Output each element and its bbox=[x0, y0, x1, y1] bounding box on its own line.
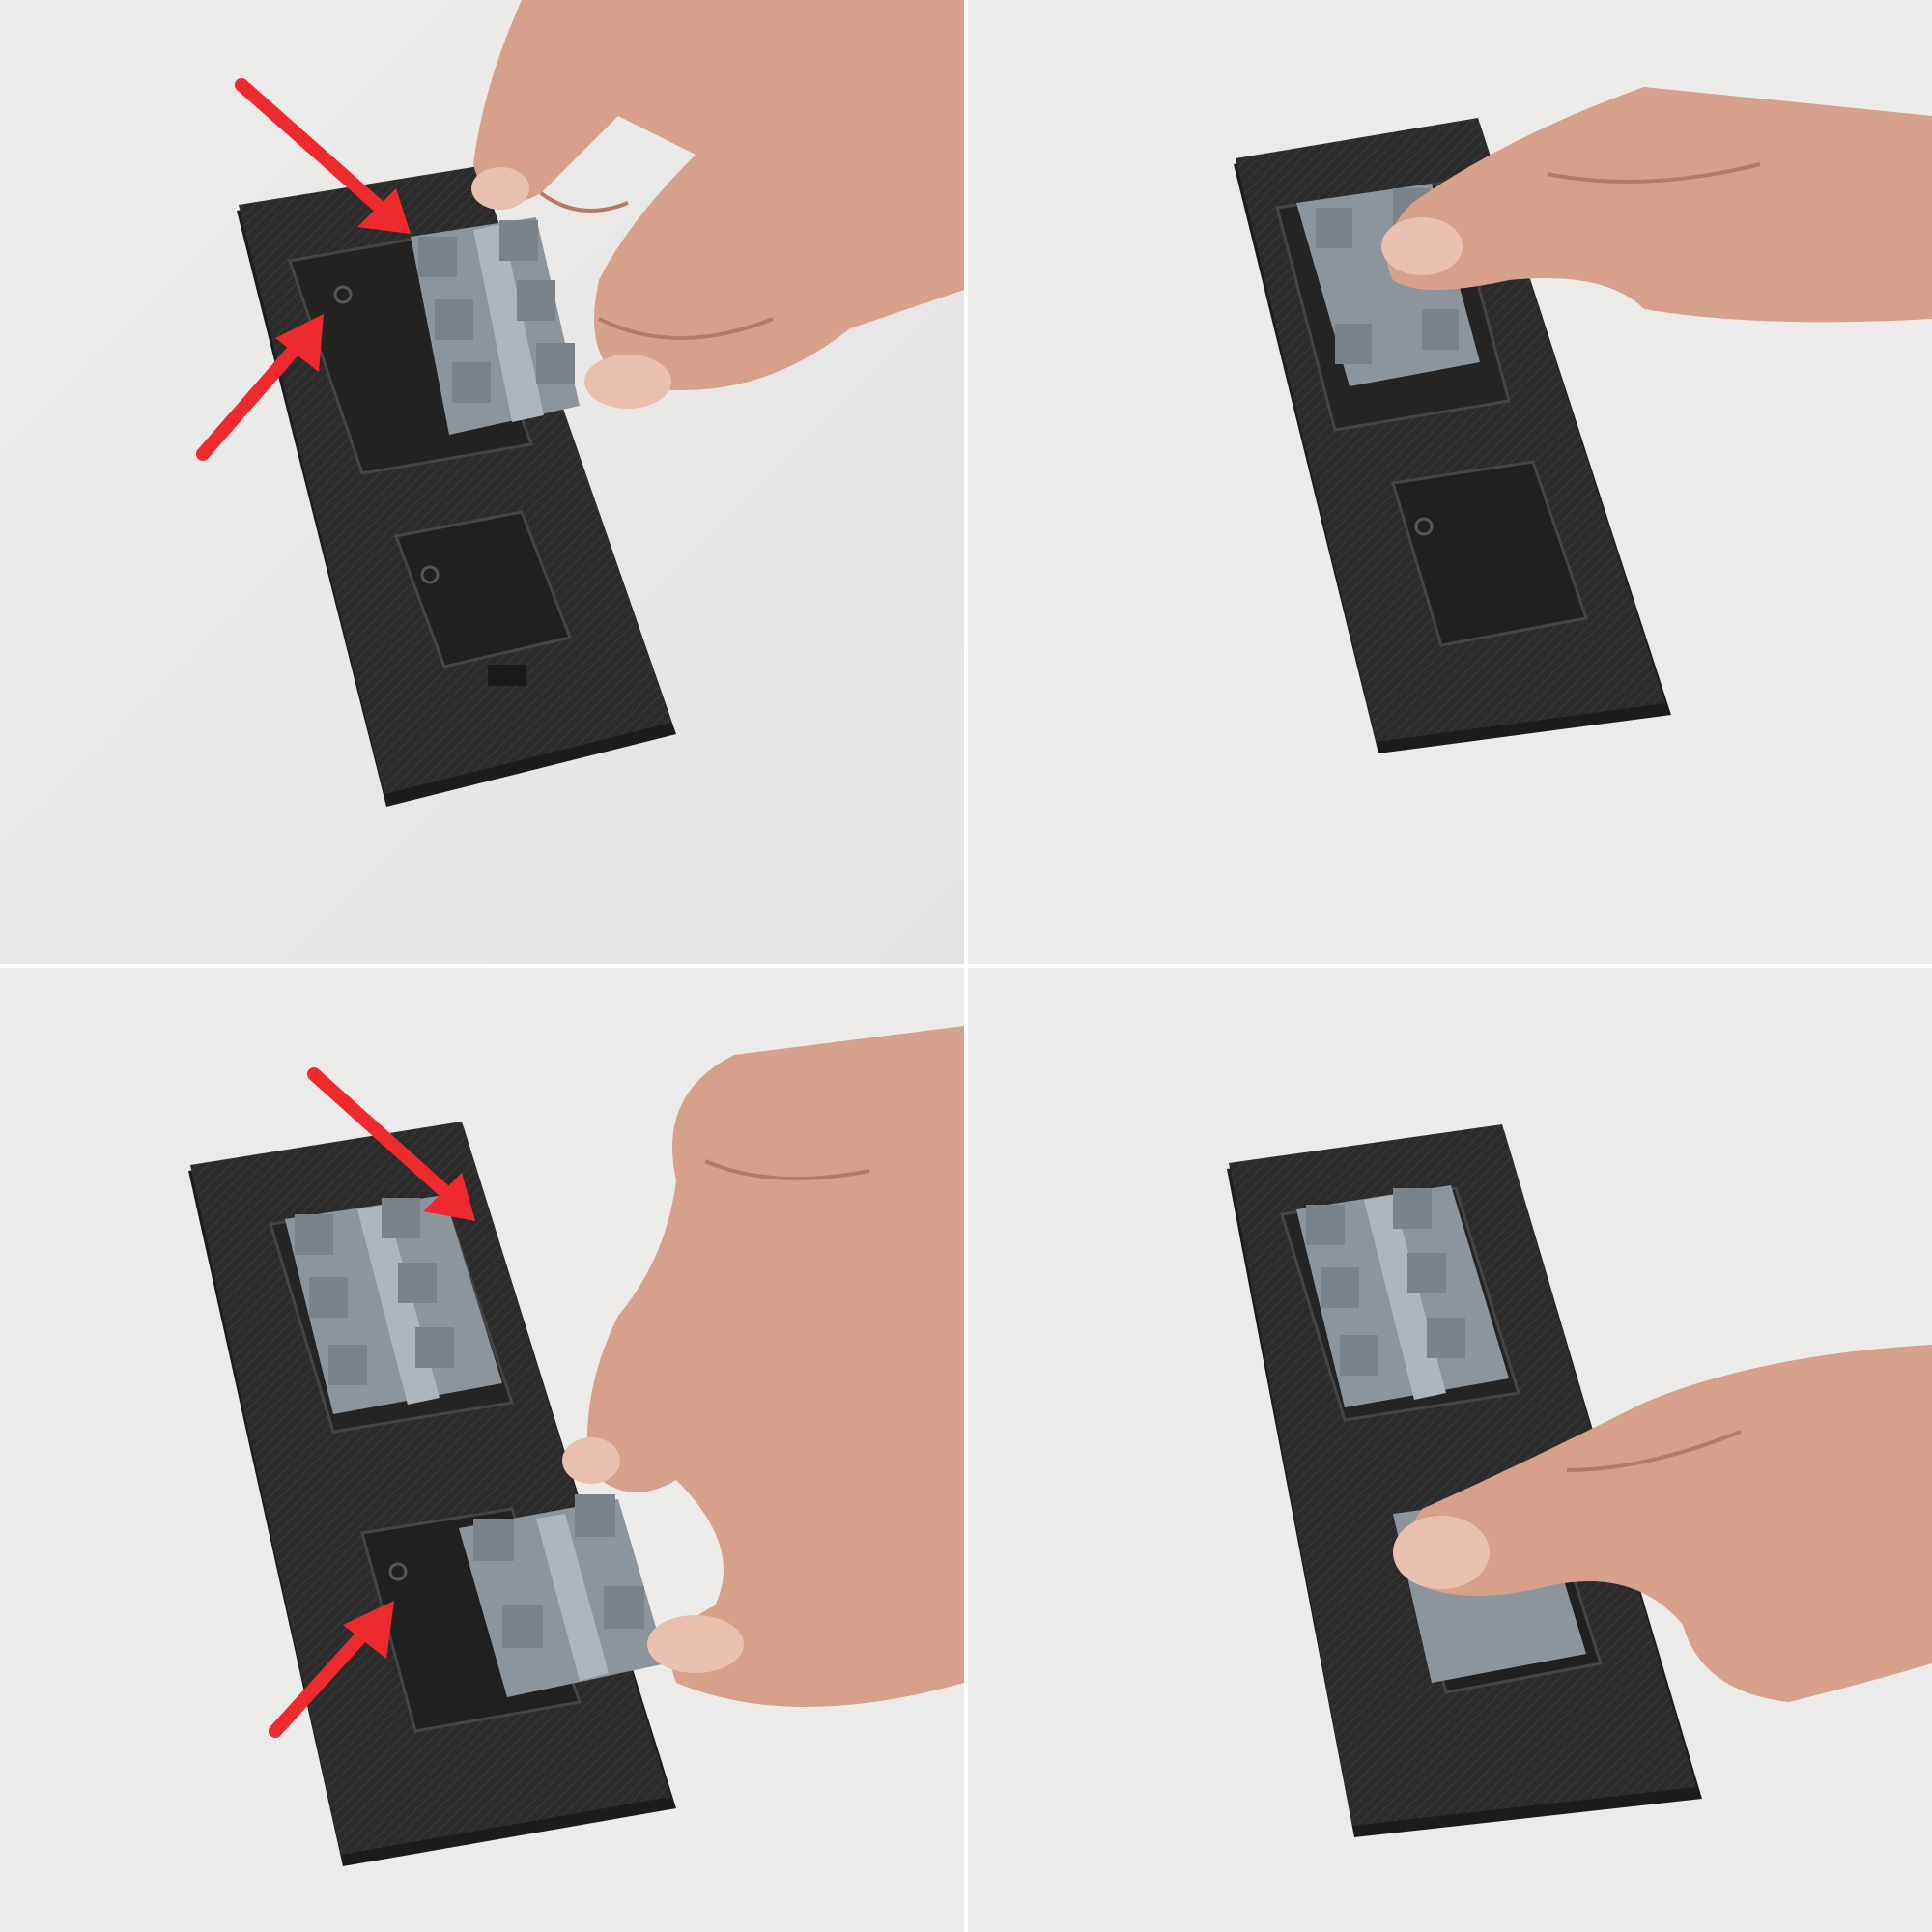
photo-grid bbox=[0, 0, 1932, 1932]
panel-2-illustration bbox=[968, 0, 1932, 964]
panel-place-top-part bbox=[0, 0, 964, 964]
panel-3-illustration bbox=[0, 968, 964, 1932]
panel-1-illustration bbox=[0, 0, 964, 964]
panel-4-illustration bbox=[968, 968, 1932, 1932]
panel-press-top-part bbox=[968, 0, 1932, 964]
panel-press-bottom-part bbox=[968, 968, 1932, 1932]
panel-place-bottom-part bbox=[0, 968, 964, 1932]
